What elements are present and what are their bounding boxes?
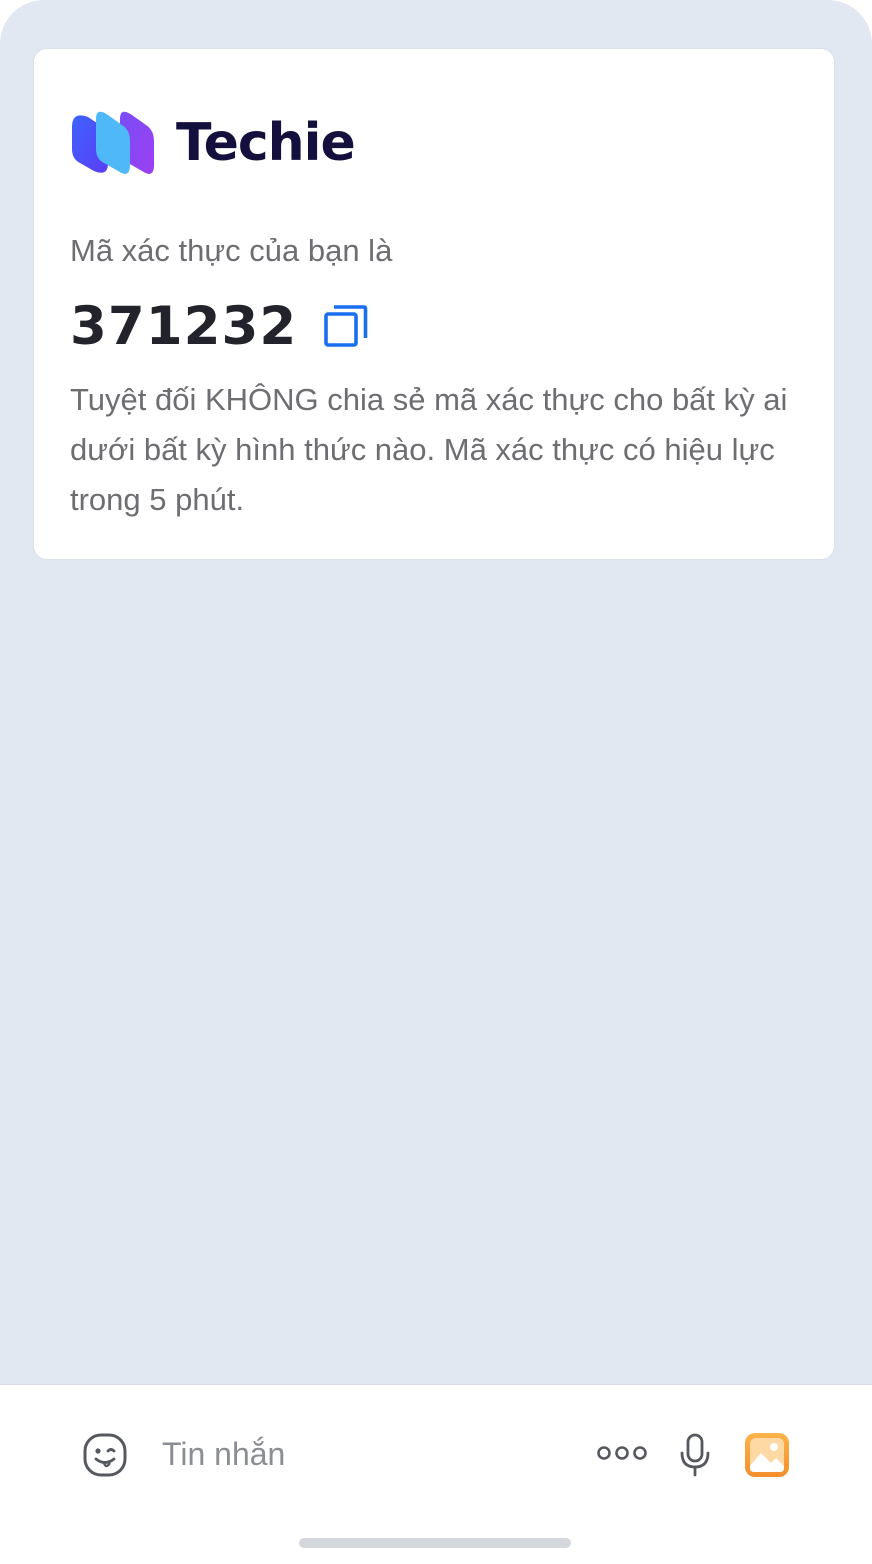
otp-message-card: Techie Mã xác thực của bạn là 371232 Tuy… [33, 48, 835, 560]
brand-name: Techie [176, 113, 356, 173]
more-dots-icon[interactable] [596, 1443, 648, 1463]
chat-screen: Techie Mã xác thực của bạn là 371232 Tuy… [0, 0, 872, 1564]
otp-warning-text: Tuyệt đối KHÔNG chia sẻ mã xác thực cho … [70, 382, 788, 517]
emoji-icon[interactable] [82, 1432, 128, 1478]
message-input[interactable] [162, 1429, 562, 1479]
message-composer [0, 1384, 872, 1564]
home-indicator [299, 1538, 571, 1548]
otp-intro-text: Mã xác thực của bạn là [70, 233, 393, 268]
microphone-icon[interactable] [678, 1433, 712, 1477]
otp-code[interactable]: 371232 [70, 300, 297, 353]
chat-message-area[interactable]: Techie Mã xác thực của bạn là 371232 Tuy… [0, 0, 872, 1384]
techie-logo-icon [72, 111, 154, 174]
image-icon[interactable] [744, 1432, 790, 1478]
copy-icon[interactable] [323, 303, 369, 349]
brand-header: Techie [70, 109, 356, 177]
otp-code-row: 371232 [70, 293, 369, 359]
